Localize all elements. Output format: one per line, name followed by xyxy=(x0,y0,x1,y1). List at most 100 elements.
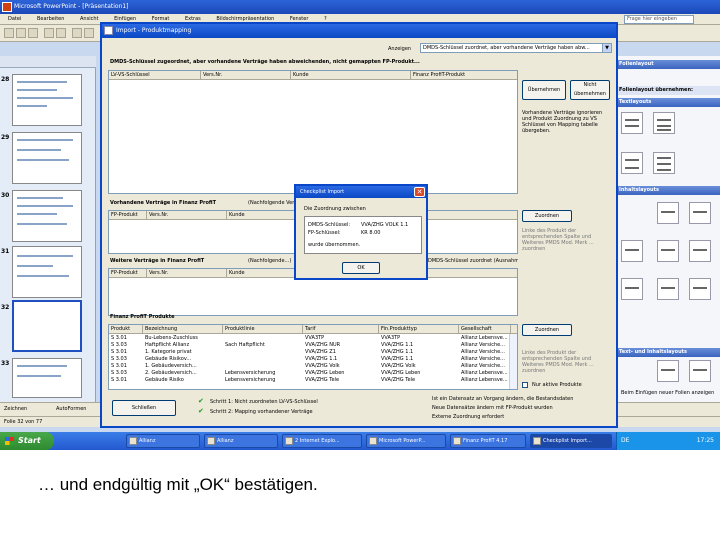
layout-thumbnail[interactable] xyxy=(657,278,679,300)
save-icon[interactable] xyxy=(28,28,38,38)
layout-thumbnail[interactable] xyxy=(621,112,643,134)
anzeigen-select[interactable]: DMDS-Schlüssel zuordnet, aber vorhandene… xyxy=(420,43,612,53)
uebernehmen-button[interactable]: Übernehmen xyxy=(522,80,566,100)
autoformen-menu[interactable]: AutoFormen xyxy=(56,406,86,412)
column-header[interactable]: Vers.Nr. xyxy=(147,269,227,278)
ok-button[interactable]: OK xyxy=(342,262,380,274)
start-button[interactable]: Start xyxy=(0,432,54,450)
table-row[interactable]: S 3.03 2. Gebäudeversich... Lebensversiche… xyxy=(109,370,511,377)
unmapped-keys-table[interactable]: LV-VS-Schlüssel Vers.Nr. Kunde Finanz Pr… xyxy=(108,70,518,194)
step2-label: Schritt 2: Mapping vorhandener Verträge xyxy=(210,409,313,415)
screenshot: Microsoft PowerPoint - [Präsentation1] D… xyxy=(0,0,720,450)
slide-thumbnail[interactable] xyxy=(12,358,82,398)
aktive-produkte-checkbox[interactable] xyxy=(522,382,528,388)
column-header[interactable]: LV-VS-Schlüssel xyxy=(109,71,201,80)
open-icon[interactable] xyxy=(16,28,26,38)
products-table-scrollbar[interactable] xyxy=(509,334,517,389)
layout-thumbnail[interactable] xyxy=(621,278,643,300)
checkmark-icon: ✔ xyxy=(198,407,204,415)
layout-thumbnail[interactable] xyxy=(653,112,675,134)
slide-thumbnail[interactable] xyxy=(12,190,82,242)
table-cell: Gebäude Risikov... xyxy=(145,356,192,362)
column-header[interactable]: FP-Produkt xyxy=(109,269,147,278)
taskbar-item-active[interactable]: Checkplist Import... xyxy=(530,434,612,448)
window-icon xyxy=(129,437,137,445)
table-row[interactable]: S 3.03 Haftpflicht Allianz Sach Haftpflich… xyxy=(109,342,511,349)
column-header[interactable]: Produktlinie xyxy=(223,325,303,334)
table-cell: Lebensversicherung xyxy=(225,370,276,376)
slide-panel-tabs[interactable] xyxy=(0,56,96,68)
slide-thumbnail[interactable] xyxy=(12,246,82,298)
layout-thumbnail[interactable] xyxy=(689,360,711,382)
windows-taskbar: Start Allianz Allianz 2 Internet Explo..… xyxy=(0,432,720,450)
column-header[interactable]: Finanz ProfiT-Produkt xyxy=(411,71,517,80)
layout-thumbnail[interactable] xyxy=(689,278,711,300)
popup-key-fp: FP-Schlüssel: xyxy=(308,230,341,236)
cut-icon[interactable] xyxy=(72,28,82,38)
layout-thumbnail[interactable] xyxy=(621,152,643,174)
help-search-input[interactable]: Frage hier eingeben xyxy=(624,15,694,24)
column-header[interactable]: Vers.Nr. xyxy=(147,211,227,220)
new-icon[interactable] xyxy=(4,28,14,38)
layout-thumbnail[interactable] xyxy=(657,202,679,224)
column-header[interactable]: Produkt xyxy=(109,325,143,334)
close-icon[interactable]: ✕ xyxy=(414,187,425,197)
table-row[interactable]: S 3.01 1. Gebäudeversich... VVA/ZHG Volk VV… xyxy=(109,363,511,370)
column-header[interactable]: Kunde xyxy=(291,71,411,80)
layout-thumbnail[interactable] xyxy=(653,152,675,174)
taskbar-item[interactable]: Finanz ProfiT 4.17 xyxy=(450,434,526,448)
column-header[interactable]: Tarif xyxy=(303,325,379,334)
section-other-contracts: Weitere Verträge in Finanz ProfiT xyxy=(110,258,205,264)
slide-thumbnail[interactable] xyxy=(12,132,82,184)
layout-thumbnail[interactable] xyxy=(657,360,679,382)
layout-thumbnail[interactable] xyxy=(657,240,679,262)
taskbar-item-label: 2 Internet Explo... xyxy=(295,438,340,444)
taskpane-text-content-header: Text- und Inhaltslayouts xyxy=(617,348,720,357)
menu-ansicht[interactable]: Ansicht xyxy=(80,16,98,22)
zuordnen-button-2[interactable]: Zuordnen xyxy=(522,324,572,336)
table-row[interactable]: S 3.01 Gebäude Risiko Lebensversicherung VV… xyxy=(109,377,511,384)
table-row[interactable]: S 3.03 Gebäude Risikov... VVA/ZHG 1.1 VVA/Z… xyxy=(109,356,511,363)
slide-thumbnail-selected[interactable] xyxy=(12,300,82,352)
preview-icon[interactable] xyxy=(56,28,66,38)
column-header[interactable]: Fin.Produkttyp xyxy=(379,325,459,334)
chevron-down-icon[interactable]: ▼ xyxy=(602,44,611,52)
menu-bearbeiten[interactable]: Bearbeiten xyxy=(37,16,64,22)
taskbar-item[interactable]: Allianz xyxy=(204,434,278,448)
section-other-note: (Nachfolgende...) xyxy=(248,258,292,264)
column-header[interactable]: FP-Produkt xyxy=(109,211,147,220)
taskbar-item[interactable]: Allianz xyxy=(126,434,200,448)
column-header[interactable]: Bezeichnung xyxy=(143,325,223,334)
taskbar-item[interactable]: 2 Internet Explo... xyxy=(282,434,362,448)
taskbar-item[interactable]: Microsoft PowerP... xyxy=(366,434,446,448)
table-cell: 2. Gebäudeversich... xyxy=(145,370,197,376)
table-row[interactable]: S 3.01 1. Kategorie privat VVA/ZHG Z1 VVA/Z… xyxy=(109,349,511,356)
slide-number: 32 xyxy=(1,304,10,311)
nicht-uebernehmen-button[interactable]: Nicht übernehmen xyxy=(570,80,610,100)
print-icon[interactable] xyxy=(44,28,54,38)
table-cell: VVA/ZHG 1.1 xyxy=(381,349,414,355)
products-table[interactable]: Produkt Bezeichnung Produktlinie Tarif F… xyxy=(108,324,518,390)
table-cell: Allianz Lebensve... xyxy=(461,377,508,383)
table-cell: Sach Haftpflicht xyxy=(225,342,265,348)
checkmark-icon: ✔ xyxy=(198,397,204,405)
column-header[interactable]: Vers.Nr. xyxy=(201,71,291,80)
popup-value-dmds: VVA/ZHG VOLK 1.1 xyxy=(361,222,409,228)
menu-datei[interactable]: Datei xyxy=(8,16,21,22)
layout-thumbnail[interactable] xyxy=(621,240,643,262)
column-header[interactable]: Gesellschaft xyxy=(459,325,511,334)
table-cell: VVA/ZHG Tele xyxy=(305,377,340,383)
zuordnen-button-1[interactable]: Zuordnen xyxy=(522,210,572,222)
schliessen-button[interactable]: Schließen xyxy=(112,400,176,416)
slide-thumbnail[interactable] xyxy=(12,74,82,126)
section-finanz-profit-products: Finanz ProfiT Produkte xyxy=(110,314,175,320)
copy-icon[interactable] xyxy=(84,28,94,38)
slide-number: 28 xyxy=(1,76,10,83)
zeichnen-menu[interactable]: Zeichnen xyxy=(4,406,27,412)
layout-thumbnail[interactable] xyxy=(689,202,711,224)
table-row[interactable]: S 3.01 Bu-Lebens-Zuschluss VVA3TP VVA3TP All… xyxy=(109,335,511,342)
taskpane-footer[interactable]: Beim Einfügen neuer Folien anzeigen xyxy=(621,390,714,396)
layout-thumbnail[interactable] xyxy=(689,240,711,262)
language-indicator[interactable]: DE xyxy=(621,432,629,450)
bottom-info-3: Externe Zuordnung erfordert xyxy=(432,414,505,420)
